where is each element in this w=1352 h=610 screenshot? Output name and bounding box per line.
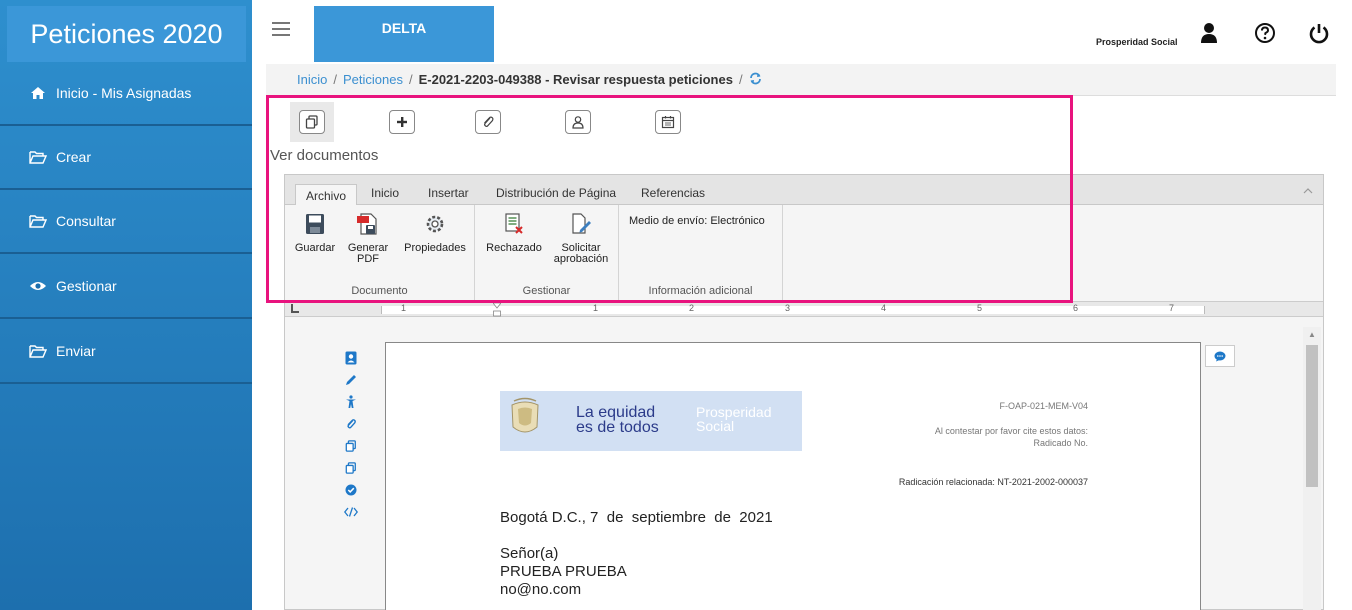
user-icon[interactable] <box>1198 22 1220 44</box>
document-editor: Archivo Inicio Insertar Distribución de … <box>284 174 1324 610</box>
sidebar-item-gestionar[interactable]: Gestionar <box>0 255 252 319</box>
user-outline-icon <box>565 110 591 134</box>
breadcrumb-home[interactable]: Inicio <box>297 72 327 87</box>
rejected-button[interactable]: Rechazado <box>483 213 545 254</box>
breadcrumb-current: E-2021-2203-049388 - Revisar respuesta p… <box>418 72 733 87</box>
sidebar-item-inicio[interactable]: Inicio - Mis Asignadas <box>0 62 252 126</box>
comment-icon[interactable] <box>1205 345 1235 367</box>
tab-referencias[interactable]: Referencias <box>641 186 705 200</box>
chevron-up-icon[interactable] <box>1303 183 1313 197</box>
sidebar-item-label: Consultar <box>56 213 116 229</box>
attach-button[interactable] <box>466 102 510 142</box>
tab-insertar[interactable]: Insertar <box>428 186 469 200</box>
document-page[interactable]: La equidad es de todos Prosperidad Social … <box>385 342 1201 610</box>
request-approval-button[interactable]: Solicitar aprobación <box>549 213 613 265</box>
sidebar-item-label: Crear <box>56 149 92 165</box>
properties-button[interactable]: Propiedades <box>399 213 471 254</box>
salutation: Señor(a) <box>500 545 559 562</box>
group-label-info: Información adicional <box>648 285 753 297</box>
organization-name: Prosperidad Social <box>1096 37 1178 47</box>
recipient-email: no@no.com <box>500 581 582 598</box>
folder-open-icon <box>28 344 48 358</box>
gear-icon <box>399 213 471 238</box>
breadcrumb: Inicio / Peticiones / E-2021-2203-049388… <box>266 64 1336 96</box>
check-circle-icon[interactable] <box>343 479 359 501</box>
floppy-disk-icon <box>293 213 337 238</box>
eye-icon <box>28 280 48 292</box>
coat-of-arms-icon <box>508 397 542 443</box>
ribbon-tabs: Archivo Inicio Insertar Distribución de … <box>285 175 1323 209</box>
app-title: Peticiones 2020 <box>7 6 246 62</box>
recipient-name: PRUEBA PRUEBA <box>500 563 627 580</box>
refresh-icon[interactable] <box>749 72 762 88</box>
scroll-up-icon[interactable]: ▲ <box>1308 330 1316 339</box>
pencil-icon[interactable] <box>343 369 359 391</box>
calendar-button[interactable] <box>646 102 690 142</box>
sidebar-item-consultar[interactable]: Consultar <box>0 190 252 254</box>
plus-icon <box>389 110 415 134</box>
ruler-track[interactable] <box>381 306 1205 314</box>
cite-note: Al contestar por favor cite estos datos:… <box>934 426 1088 448</box>
power-icon[interactable] <box>1308 22 1330 44</box>
folder-open-icon <box>28 214 48 228</box>
date-line: Bogotá D.C., 7 de septiembre de 2021 <box>500 509 773 526</box>
vertical-scrollbar[interactable]: ▲ <box>1303 327 1321 610</box>
pdf-icon <box>345 213 391 238</box>
code-icon[interactable] <box>343 501 359 523</box>
form-code: F-OAP-021-MEM-V04 <box>999 401 1088 411</box>
copy-icon <box>299 110 325 134</box>
accessibility-icon[interactable] <box>343 391 359 413</box>
generate-pdf-button[interactable]: Generar PDF <box>345 213 391 265</box>
menu-icon[interactable] <box>272 22 290 36</box>
tab-distribucion[interactable]: Distribución de Página <box>496 186 616 200</box>
tab-inicio[interactable]: Inicio <box>371 186 399 200</box>
sidebar-item-label: Enviar <box>56 343 96 359</box>
ribbon-body: Guardar Generar PDF Propiedades Document… <box>285 205 1323 301</box>
sidebar-item-label: Inicio - Mis Asignadas <box>56 85 192 101</box>
document-edit-icon <box>549 213 613 238</box>
sidebar: Peticiones 2020 Inicio - Mis Asignadas C… <box>0 0 252 610</box>
side-toolbar <box>343 347 359 523</box>
home-icon <box>28 86 48 100</box>
shipping-method: Medio de envío: Electrónico <box>629 215 765 227</box>
calendar-icon <box>655 110 681 134</box>
ruler: 1 1 2 3 4 5 6 7 <box>285 301 1323 317</box>
section-title: Ver documentos <box>270 147 379 164</box>
tab-stop-icon[interactable] <box>291 304 299 313</box>
paperclip-icon[interactable] <box>343 413 359 435</box>
user-assign-button[interactable] <box>556 102 600 142</box>
logo: La equidad es de todos Prosperidad Social <box>500 391 802 451</box>
copy-documents-button[interactable] <box>290 102 334 142</box>
sidebar-item-enviar[interactable]: Enviar <box>0 320 252 384</box>
group-label-documento: Documento <box>351 285 408 297</box>
group-label-gestionar: Gestionar <box>522 285 571 297</box>
module-tab[interactable]: DELTA <box>314 6 494 62</box>
sidebar-item-label: Gestionar <box>56 278 117 294</box>
contact-card-icon[interactable] <box>343 347 359 369</box>
indent-marker-icon[interactable] <box>492 302 502 317</box>
related-filing: Radicación relacionada: NT-2021-2002-000… <box>898 477 1088 487</box>
scrollbar-thumb[interactable] <box>1306 345 1318 487</box>
ribbon-group-info: Medio de envío: Electrónico Información … <box>619 205 783 301</box>
breadcrumb-peticiones[interactable]: Peticiones <box>343 72 403 87</box>
help-icon[interactable] <box>1254 22 1276 44</box>
paperclip-icon <box>475 110 501 134</box>
folder-open-icon <box>28 150 48 164</box>
copy-icon[interactable] <box>343 435 359 457</box>
document-reject-icon <box>483 213 545 238</box>
sidebar-item-crear[interactable]: Crear <box>0 126 252 190</box>
copy-icon[interactable] <box>343 457 359 479</box>
add-button[interactable] <box>380 102 424 142</box>
save-button[interactable]: Guardar <box>293 213 337 254</box>
ribbon-group-documento: Guardar Generar PDF Propiedades Document… <box>285 205 475 301</box>
ribbon-group-gestionar: Rechazado Solicitar aprobación Gestionar <box>475 205 619 301</box>
